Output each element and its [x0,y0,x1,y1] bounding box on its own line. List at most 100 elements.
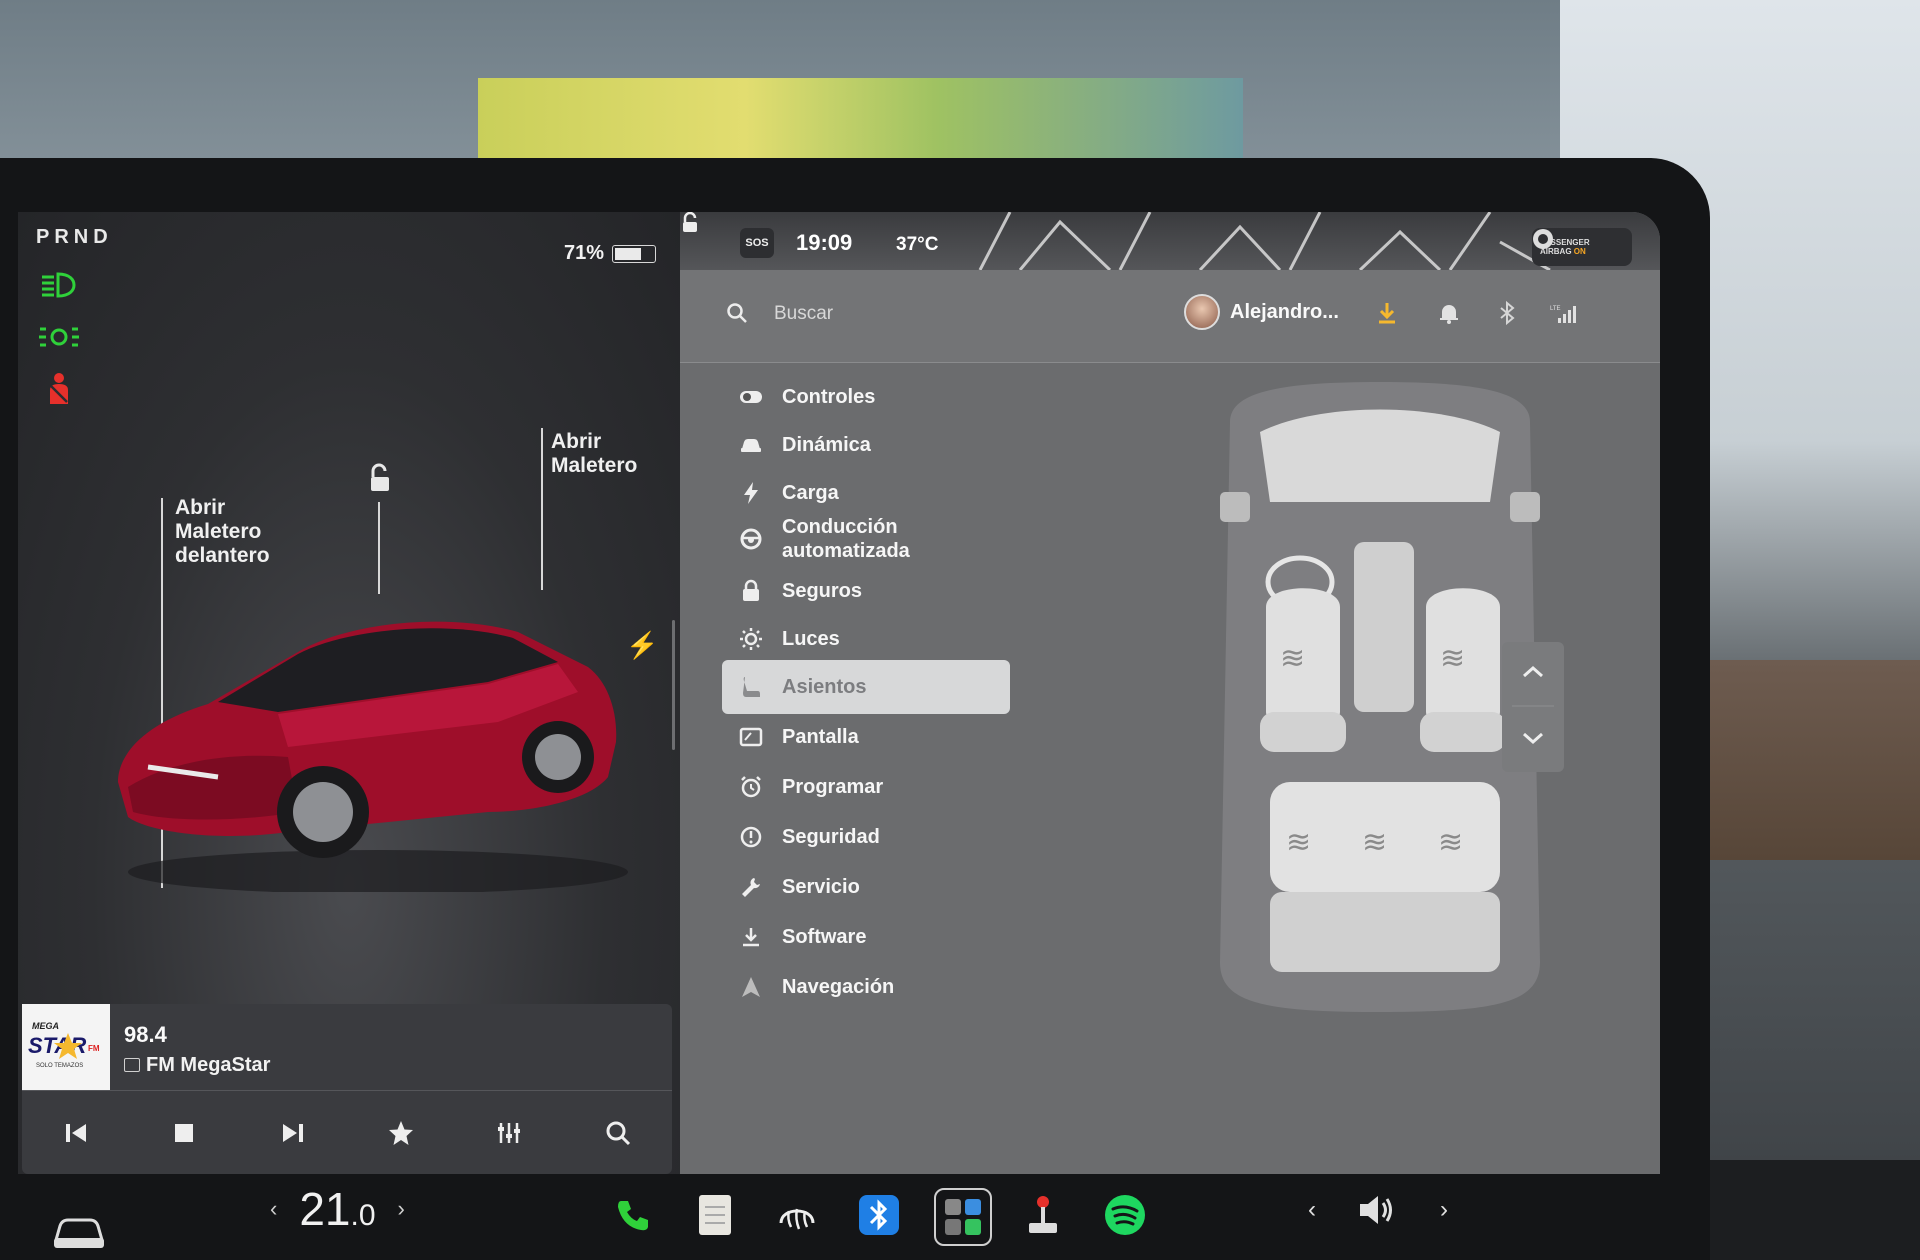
spotify-app-button[interactable] [1098,1188,1152,1242]
front-trunk-button[interactable]: Abrir Maletero delantero [175,496,270,568]
svg-text:FM: FM [88,1044,100,1053]
menu-item-label: Seguros [782,580,863,602]
skip-back-icon [66,1124,87,1142]
menu-item-2[interactable]: Dinámica [722,418,1010,472]
panel-scrollbar[interactable] [672,620,675,750]
rear-defrost-icon [779,1208,815,1230]
parking-lights-indicator-icon [36,320,82,354]
rear-left-seat-heater[interactable]: ≋ [1286,825,1311,860]
notes-app-button[interactable] [688,1188,742,1242]
menu-item-10[interactable]: Seguridad [722,810,1010,864]
volume-down-button[interactable]: ‹ [1308,1196,1316,1224]
touchscreen: PRND 71% Abrir Maletero delantero Abrir … [18,212,1660,1260]
bluetooth-app-button[interactable] [852,1188,906,1242]
menu-item-12[interactable]: Software [722,910,1010,964]
skip-forward-icon [282,1124,303,1142]
phone-app-button[interactable] [606,1188,660,1242]
now-playing[interactable]: MEGA STAR FM SOLO TEMAZOS 98.4 FM MegaSt… [22,1004,672,1091]
temperature-down-button[interactable]: ‹ [270,1196,277,1222]
station-name: FM MegaStar [146,1054,271,1076]
stop-icon [175,1124,194,1142]
notepad-icon [699,1195,731,1235]
car-icon[interactable] [50,1212,108,1252]
joystick-icon [1029,1196,1057,1233]
chevron-up-icon[interactable] [1523,665,1543,678]
svg-text:SOLO TEMAZOS: SOLO TEMAZOS [36,1063,83,1069]
bell-icon[interactable] [1436,300,1462,326]
menu-item-6[interactable]: Luces [722,612,1010,666]
temperature-whole: 21 [299,1183,351,1235]
sos-button[interactable]: SOS [740,228,774,258]
user-name: Alejandro... [1230,300,1339,323]
media-search-button[interactable] [598,1113,638,1153]
charge-port-icon[interactable]: ⚡ [626,630,658,661]
bluetooth-icon[interactable] [1494,300,1520,326]
search-input[interactable] [772,298,1076,330]
sos-label: SOS [745,237,769,249]
stop-button[interactable] [164,1113,204,1153]
menu-item-label: Controles [782,386,876,408]
rear-right-seat-heater[interactable]: ≋ [1438,825,1463,860]
airbag-state: ON [1573,247,1586,256]
menu-item-label: Pantalla [782,726,859,748]
menu-item-5[interactable]: Seguros [722,564,1010,618]
seat-heater-app-button[interactable] [770,1188,824,1242]
volume-up-button[interactable]: › [1440,1196,1448,1224]
menu-item-7[interactable]: Asientos [722,660,1010,714]
seat-icon [738,674,764,700]
menu-item-label: Carga [782,482,839,504]
rear-center-seat-heater[interactable]: ≋ [1362,825,1387,860]
toggle-icon [738,384,764,410]
temperature-value[interactable]: 21.0 [299,1182,375,1236]
menu-item-label: Dinámica [782,434,871,456]
favorite-button[interactable] [381,1113,421,1153]
wood-trim [1690,660,1920,860]
chevron-down-icon[interactable] [1523,732,1543,745]
lock-icon [738,578,764,604]
volume-control: ‹ › [1308,1192,1448,1228]
svg-text:≋: ≋ [1280,641,1305,676]
media-controls [22,1100,672,1166]
menu-item-4[interactable]: Conducción automatizada [722,512,1010,566]
toybox-app-button[interactable] [934,1188,992,1246]
menu-item-9[interactable]: Programar [722,760,1010,814]
door-unlock-icon[interactable] [680,212,702,234]
temperature-up-button[interactable]: › [398,1196,405,1222]
headlight-indicator-icon [36,268,82,302]
battery-icon [612,244,657,263]
download-icon[interactable] [1374,300,1400,326]
svg-text:MEGA: MEGA [32,1021,59,1031]
car-front-icon [738,432,764,458]
unlock-icon[interactable] [362,462,396,496]
equalizer-button[interactable] [489,1113,529,1153]
user-profile-button[interactable]: Alejandro... [1184,294,1339,330]
next-button[interactable] [273,1113,313,1153]
front-trunk-label: Abrir Maletero delantero [175,496,270,567]
spotify-icon [1105,1195,1145,1235]
previous-button[interactable] [56,1113,96,1153]
search-icon [606,1121,630,1146]
battery-status: 71% [564,242,657,265]
rear-trunk-pointer [541,428,543,590]
front-right-seat-heater[interactable]: ≋ [1420,588,1506,752]
status-bar: SOS 19:09 37°C PASSENGER AIRBAG ON [680,212,1660,270]
menu-item-13[interactable]: Navegación [722,960,1010,1014]
download-icon [738,924,764,950]
menu-item-8[interactable]: Pantalla [722,710,1010,764]
rear-trunk-button[interactable]: Abrir Maletero [551,430,637,478]
menu-item-1[interactable]: Controles [722,370,1010,424]
temperature-decimal: .0 [350,1199,376,1232]
speaker-volume-icon[interactable] [1356,1192,1400,1228]
bottom-dock: ‹ 21.0 › ‹ › [18,1174,1660,1260]
bluetooth-icon [859,1195,899,1235]
passenger-airbag-status: PASSENGER AIRBAG ON [1532,228,1632,266]
menu-item-label: Asientos [782,676,867,698]
gear-selector: PRND [36,226,113,248]
megastar-logo: MEGA STAR FM SOLO TEMAZOS [28,1021,100,1069]
arcade-app-button[interactable] [1016,1188,1070,1242]
menu-item-11[interactable]: Servicio [722,860,1010,914]
phone-icon [618,1201,648,1231]
seat-position-arrows [1502,642,1564,772]
cabin-temperature: ‹ 21.0 › [270,1182,405,1236]
front-left-seat-heater[interactable]: ≋ [1260,588,1346,752]
